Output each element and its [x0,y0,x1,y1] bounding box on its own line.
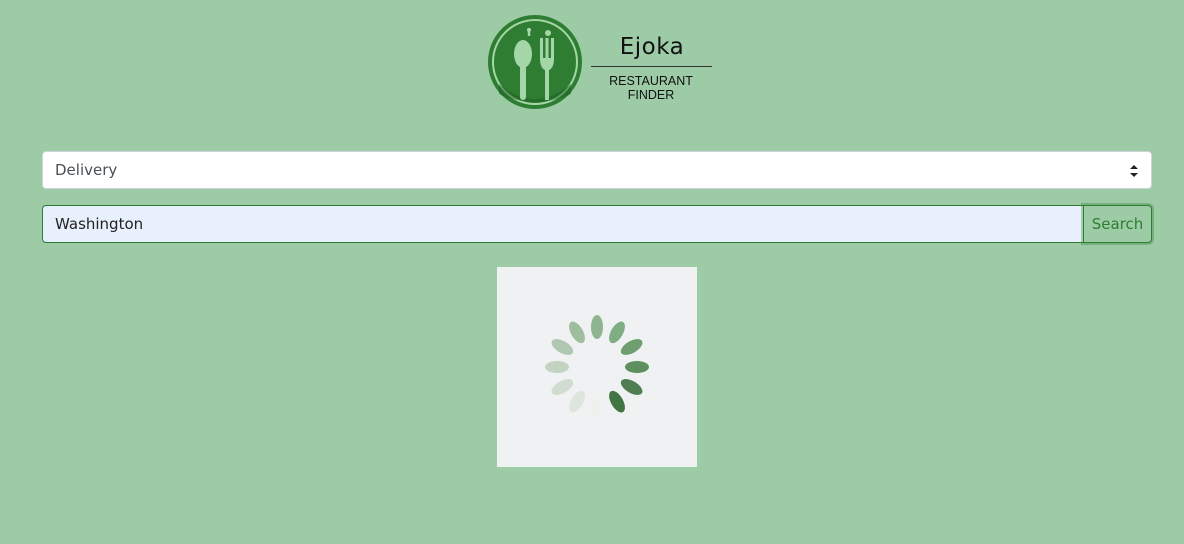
service-type-select[interactable]: Delivery [42,151,1152,189]
logo: Ejoka RESTAURANT FINDER [487,14,717,110]
spinner-petal [609,390,625,413]
spinner-petal [620,379,643,395]
spinner-petal [545,361,569,373]
search-button[interactable]: Search [1083,205,1152,243]
spinner-petal [569,321,585,344]
logo-divider [591,66,712,67]
spinner-petal [551,339,574,355]
location-search-input[interactable] [42,205,1084,243]
spinner-petal [591,395,603,419]
spinner-petal [625,361,649,373]
logo-title: Ejoka [619,34,685,60]
spinner-petal [569,390,585,413]
spinner-petal [591,315,603,339]
search-bar: Search [42,205,1152,243]
service-type-selected: Delivery [55,161,118,179]
page: Ejoka RESTAURANT FINDER Delivery Search [0,0,1184,544]
spoon-fork-logo-icon [488,15,582,109]
spinner-petal [620,339,643,355]
spinner-petal [609,321,625,344]
sort-arrows-icon [1130,165,1138,177]
loading-panel [497,267,697,467]
logo-subtitle: RESTAURANT FINDER [609,74,693,102]
loading-spinner-icon [545,315,649,419]
spinner-petal [551,379,574,395]
